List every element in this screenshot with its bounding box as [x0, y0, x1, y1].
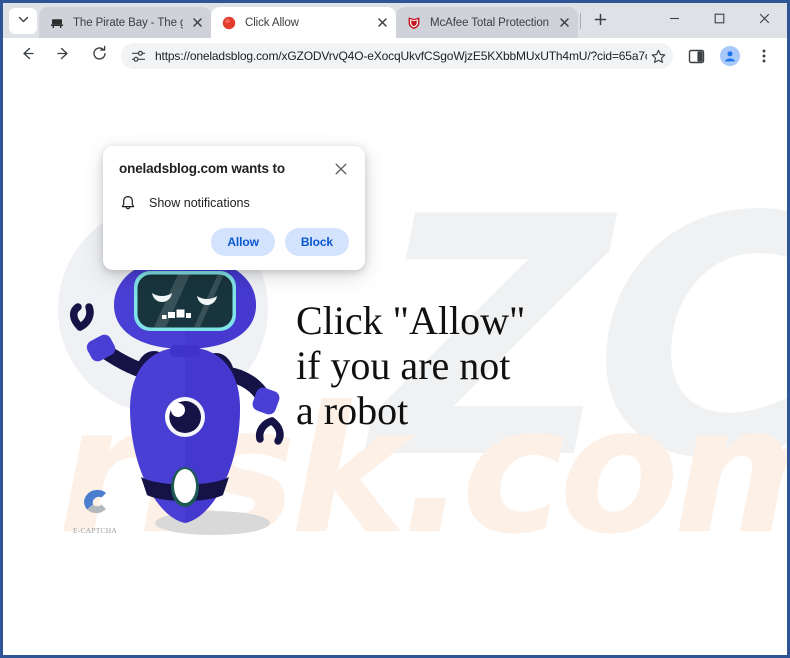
minimize-button[interactable] — [652, 3, 697, 33]
ecaptcha-logo: E-CAPTCHA — [68, 482, 122, 535]
plus-icon — [594, 13, 607, 31]
tab-divider — [580, 13, 581, 29]
tab-title: Click Allow — [245, 16, 299, 29]
allow-button[interactable]: Allow — [211, 228, 275, 256]
back-arrow-icon — [19, 45, 36, 67]
page-headline: Click "Allow" if you are not a robot — [296, 298, 526, 433]
dialog-actions: Allow Block — [119, 228, 349, 256]
window-controls — [652, 3, 787, 38]
address-bar[interactable]: https://oneladsblog.com/xGZODVrvQ4O-eXoc… — [121, 43, 673, 69]
side-panel-icon[interactable] — [683, 43, 709, 69]
reload-button[interactable] — [85, 42, 113, 70]
toolbar-right-icons — [679, 43, 781, 69]
back-button[interactable] — [13, 42, 41, 70]
block-button[interactable]: Block — [284, 228, 349, 256]
pirate-bay-icon — [49, 15, 65, 31]
ecaptcha-label: E-CAPTCHA — [73, 526, 117, 535]
url-text[interactable]: https://oneladsblog.com/xGZODVrvQ4O-eXoc… — [155, 49, 647, 63]
profile-avatar-icon — [720, 46, 740, 66]
browser-window: The Pirate Bay - The galaxy's m Click Al… — [0, 0, 790, 658]
mcafee-shield-icon — [406, 15, 422, 31]
profile-button[interactable] — [717, 43, 743, 69]
bell-icon — [119, 194, 137, 212]
tab-title: The Pirate Bay - The galaxy's m — [73, 16, 183, 29]
tab-mcafee[interactable]: McAfee Total Protection — [396, 7, 578, 38]
chevron-down-icon — [18, 12, 29, 30]
tune-icon[interactable] — [129, 47, 147, 65]
dialog-title: oneladsblog.com wants to — [119, 161, 285, 176]
reload-icon — [91, 45, 108, 67]
three-dot-menu-icon[interactable] — [751, 43, 777, 69]
red-circle-icon — [221, 15, 237, 31]
close-button[interactable] — [742, 3, 787, 33]
page-viewport: ZC risk.com Click "Allow" if you are not… — [3, 74, 787, 655]
browser-toolbar: https://oneladsblog.com/xGZODVrvQ4O-eXoc… — [3, 38, 787, 74]
permission-row: Show notifications — [119, 194, 349, 212]
tab-title: McAfee Total Protection — [430, 16, 549, 29]
c-logo-icon — [76, 489, 114, 524]
forward-arrow-icon — [55, 45, 72, 67]
tab-search-button[interactable] — [9, 8, 37, 34]
tab-pirate-bay[interactable]: The Pirate Bay - The galaxy's m — [39, 7, 211, 38]
permission-label: Show notifications — [149, 196, 250, 210]
tab-strip: The Pirate Bay - The galaxy's m Click Al… — [3, 3, 787, 38]
new-tab-button[interactable] — [587, 9, 613, 35]
dialog-header: oneladsblog.com wants to — [119, 160, 349, 178]
notification-permission-dialog: oneladsblog.com wants to Show notificati… — [103, 146, 365, 270]
tab-close-button[interactable] — [189, 15, 205, 31]
dialog-close-button[interactable] — [333, 161, 349, 177]
maximize-button[interactable] — [697, 3, 742, 33]
tab-close-button[interactable] — [556, 15, 572, 31]
tab-close-button[interactable] — [374, 15, 390, 31]
forward-button[interactable] — [49, 42, 77, 70]
tab-click-allow[interactable]: Click Allow — [211, 7, 396, 38]
star-icon[interactable] — [647, 45, 669, 67]
